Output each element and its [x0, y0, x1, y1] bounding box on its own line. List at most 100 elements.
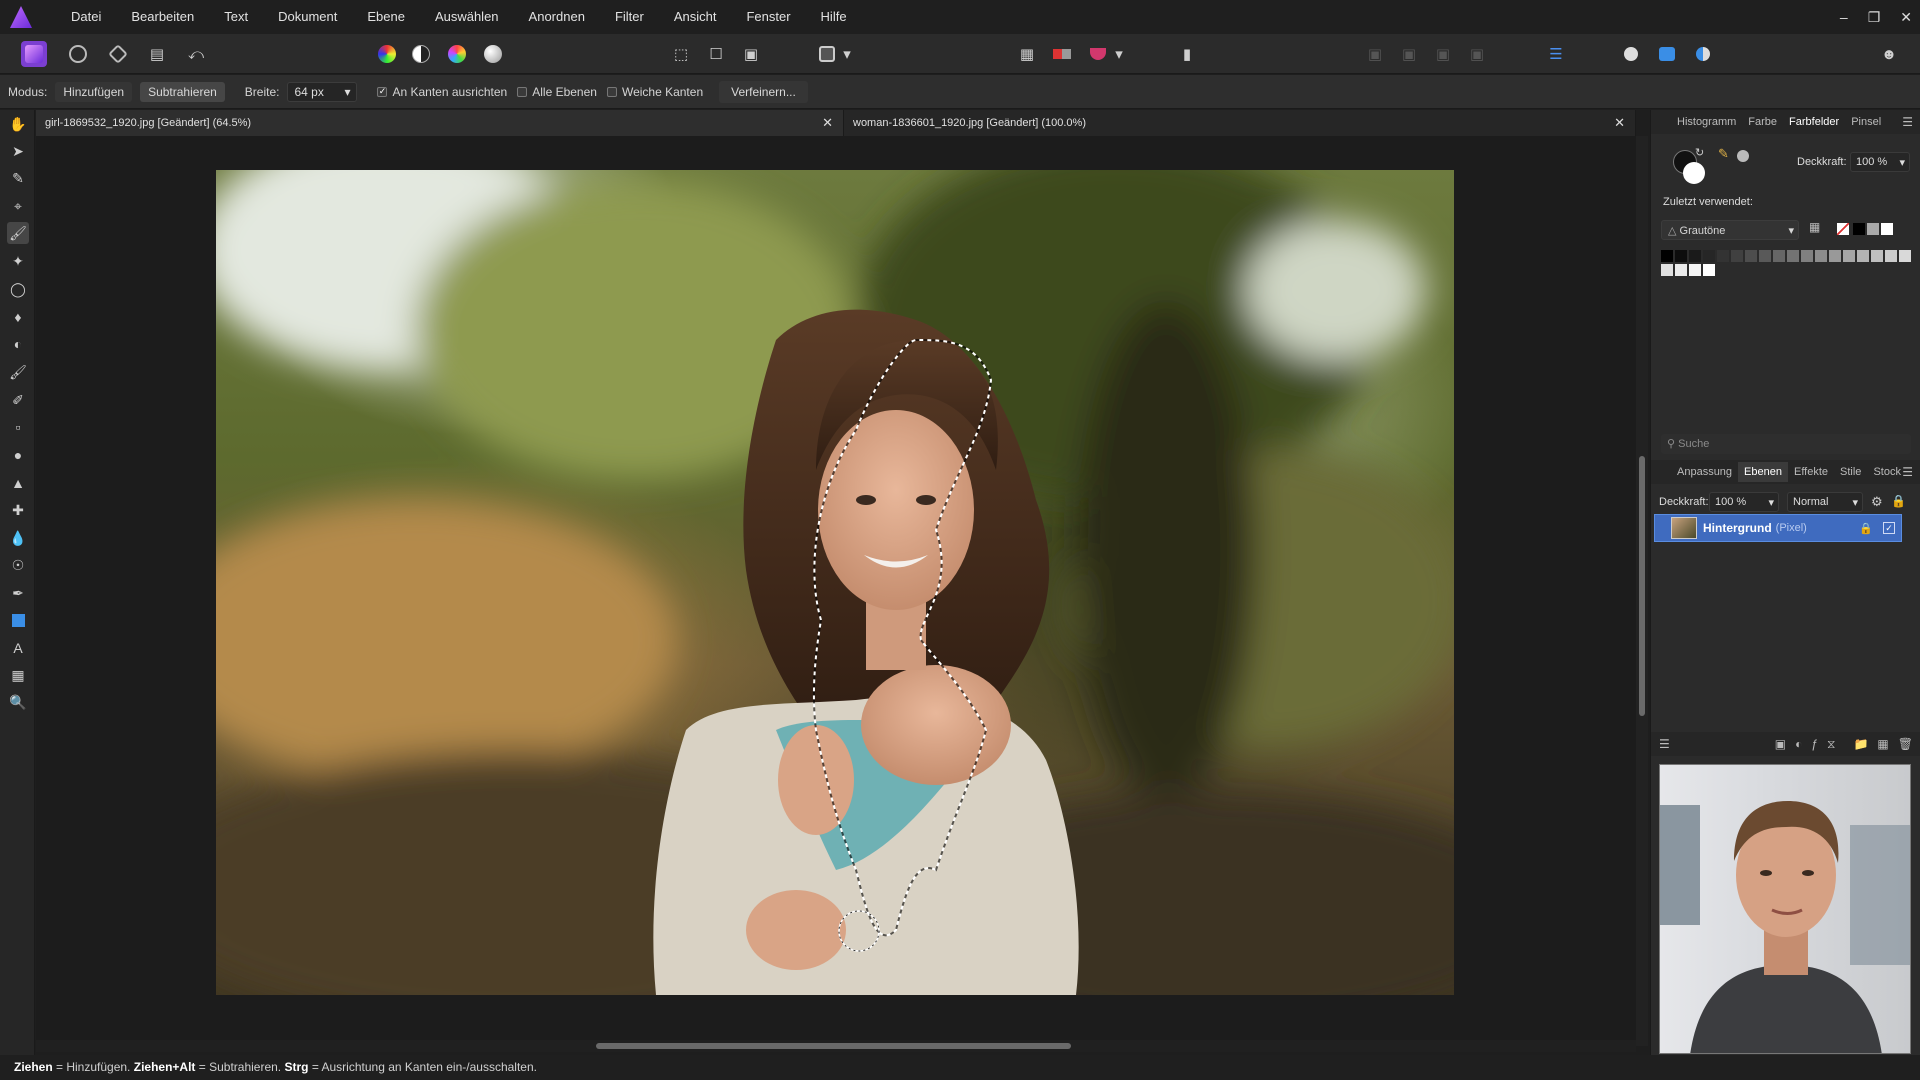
auto-colors-icon[interactable]: [444, 41, 470, 67]
tab-woman-document[interactable]: woman-1836601_1920.jpg [Geändert] (100.0…: [844, 110, 1636, 136]
clone-brush-tool-icon[interactable]: ▲: [7, 472, 29, 494]
assistant-icon[interactable]: ▮: [1174, 41, 1200, 67]
paint-brush-tool-icon[interactable]: 🖌: [7, 361, 29, 383]
all-layers-checkbox[interactable]: Alle Ebenen: [517, 85, 597, 99]
text-tool-icon[interactable]: A: [7, 637, 29, 659]
arrange-front-icon[interactable]: ▣: [1464, 41, 1490, 67]
freehand-selection-tool-icon[interactable]: ◯: [7, 278, 29, 300]
swap-colors-icon[interactable]: ↻: [1695, 146, 1704, 159]
quick-mask-dropdown-icon[interactable]: ▾: [840, 41, 854, 67]
invert-selection-icon[interactable]: ▣: [738, 41, 764, 67]
canvas-area[interactable]: [36, 136, 1636, 1046]
add-adjustment-icon[interactable]: ◐: [1795, 737, 1802, 751]
menu-dokument[interactable]: Dokument: [263, 0, 352, 34]
close-tab-icon[interactable]: ✕: [822, 110, 833, 136]
tab-histogramm[interactable]: Histogramm: [1671, 116, 1742, 128]
gray-swatch[interactable]: [1867, 223, 1879, 235]
auto-white-balance-icon[interactable]: [480, 41, 506, 67]
delete-layer-icon[interactable]: 🗑: [1898, 737, 1913, 751]
tab-farbfelder[interactable]: Farbfelder: [1783, 116, 1845, 128]
erase-brush-tool-icon[interactable]: ▫: [7, 416, 29, 438]
panel-menu-icon[interactable]: ☰: [1902, 465, 1913, 479]
mirror-icon[interactable]: [1049, 41, 1075, 67]
auto-contrast-icon[interactable]: [408, 41, 434, 67]
menu-fenster[interactable]: Fenster: [731, 0, 805, 34]
secondary-color-well[interactable]: [1683, 162, 1705, 184]
boolean-intersect-icon[interactable]: [1690, 41, 1716, 67]
refine-button[interactable]: Verfeinern...: [719, 80, 808, 103]
flood-select-tool-icon[interactable]: ✦: [7, 250, 29, 272]
black-swatch[interactable]: [1853, 223, 1865, 235]
menu-ebene[interactable]: Ebene: [352, 0, 420, 34]
tab-stock[interactable]: Stock: [1867, 466, 1907, 478]
layer-visibility-checkbox[interactable]: ✓: [1883, 522, 1895, 534]
develop-persona-icon[interactable]: [105, 41, 131, 67]
chevron-down-icon[interactable]: ▾: [1768, 496, 1774, 509]
grayscale-swatches[interactable]: [1661, 250, 1911, 278]
tab-pinsel[interactable]: Pinsel: [1845, 116, 1887, 128]
menu-auswaehlen[interactable]: Auswählen: [420, 0, 514, 34]
palette-dropdown[interactable]: △ Grautöne ▾: [1661, 220, 1799, 240]
live-filter-icon[interactable]: ⧖: [1827, 737, 1835, 752]
boolean-subtract-icon[interactable]: [1654, 41, 1680, 67]
tab-ebenen[interactable]: Ebenen: [1738, 462, 1788, 482]
checkbox-unchecked-icon[interactable]: [606, 86, 617, 97]
tab-anpassung[interactable]: Anpassung: [1671, 466, 1738, 478]
layer-lock-icon[interactable]: 🔒: [1859, 522, 1873, 535]
menu-hilfe[interactable]: Hilfe: [806, 0, 862, 34]
soft-edges-checkbox[interactable]: Weiche Kanten: [606, 85, 703, 99]
tab-effekte[interactable]: Effekte: [1788, 466, 1834, 478]
boolean-add-icon[interactable]: [1618, 41, 1644, 67]
swatch-search-input[interactable]: ⚲ Suche: [1661, 434, 1911, 454]
pen-tool-icon[interactable]: ✒: [7, 582, 29, 604]
gradient-tool-icon[interactable]: ◐: [7, 333, 29, 355]
close-icon[interactable]: ✕: [1900, 9, 1912, 26]
export-persona-icon[interactable]: ⤺: [183, 41, 209, 67]
horizontal-scroll-thumb[interactable]: [596, 1043, 1071, 1049]
crop-tool-icon[interactable]: ⌖: [7, 195, 29, 217]
chevron-down-icon[interactable]: ▾: [1852, 496, 1858, 509]
panel-menu-icon[interactable]: ☰: [1902, 115, 1913, 129]
fx-icon[interactable]: ƒ: [1811, 737, 1818, 751]
vertical-scroll-thumb[interactable]: [1639, 456, 1645, 716]
subtract-mode-button[interactable]: Subtrahieren: [140, 81, 225, 102]
minimize-icon[interactable]: –: [1840, 9, 1848, 25]
flood-fill-tool-icon[interactable]: ♦: [7, 306, 29, 328]
add-mode-button[interactable]: Hinzufügen: [55, 81, 133, 102]
snapping-dropdown-icon[interactable]: ▾: [1112, 41, 1126, 67]
quick-mask-icon[interactable]: [814, 41, 840, 67]
checkbox-checked-icon[interactable]: ✓: [377, 86, 388, 97]
zoom-tool-icon[interactable]: 🔍: [7, 691, 29, 713]
tab-stile[interactable]: Stile: [1834, 466, 1867, 478]
menu-text[interactable]: Text: [209, 0, 263, 34]
chevron-down-icon[interactable]: ▾: [344, 85, 350, 99]
gear-icon[interactable]: ⚙: [1871, 494, 1883, 510]
grid-icon[interactable]: ▦: [1014, 41, 1040, 67]
view-tool-hand-icon[interactable]: ✋: [7, 113, 29, 135]
width-field[interactable]: 64 px ▾: [287, 81, 358, 102]
align-icon[interactable]: ☰: [1543, 41, 1569, 67]
affinity-photo-logo-icon[interactable]: [10, 6, 32, 28]
account-icon[interactable]: ☻: [1876, 41, 1902, 67]
menu-filter[interactable]: Filter: [600, 0, 659, 34]
color-picker-tool-icon[interactable]: ✎: [7, 167, 29, 189]
horizontal-scrollbar[interactable]: [36, 1040, 1636, 1052]
vertical-scrollbar[interactable]: [1636, 136, 1648, 1046]
tab-farbe[interactable]: Farbe: [1742, 116, 1783, 128]
blur-brush-tool-icon[interactable]: 💧: [7, 527, 29, 549]
add-pixel-layer-icon[interactable]: ▦: [1877, 737, 1888, 751]
arrange-back-icon[interactable]: ▣: [1362, 41, 1388, 67]
group-folder-icon[interactable]: 📁: [1853, 737, 1868, 751]
dodge-brush-tool-icon[interactable]: ●: [7, 444, 29, 466]
chevron-down-icon[interactable]: ▾: [1899, 156, 1905, 169]
blend-mode-dropdown[interactable]: Normal ▾: [1787, 492, 1863, 512]
chevron-down-icon[interactable]: ▾: [1788, 224, 1794, 237]
swatch-opacity-field[interactable]: 100 % ▾: [1850, 152, 1910, 172]
menu-bearbeiten[interactable]: Bearbeiten: [116, 0, 209, 34]
close-tab-icon[interactable]: ✕: [1614, 110, 1625, 136]
arrange-backward-icon[interactable]: ▣: [1396, 41, 1422, 67]
snap-edges-checkbox[interactable]: ✓ An Kanten ausrichten: [377, 85, 507, 99]
selection-brush-tool-icon[interactable]: 🖌: [7, 222, 29, 244]
color-replacement-brush-icon[interactable]: ✐: [7, 389, 29, 411]
checkbox-unchecked-icon[interactable]: [517, 86, 528, 97]
